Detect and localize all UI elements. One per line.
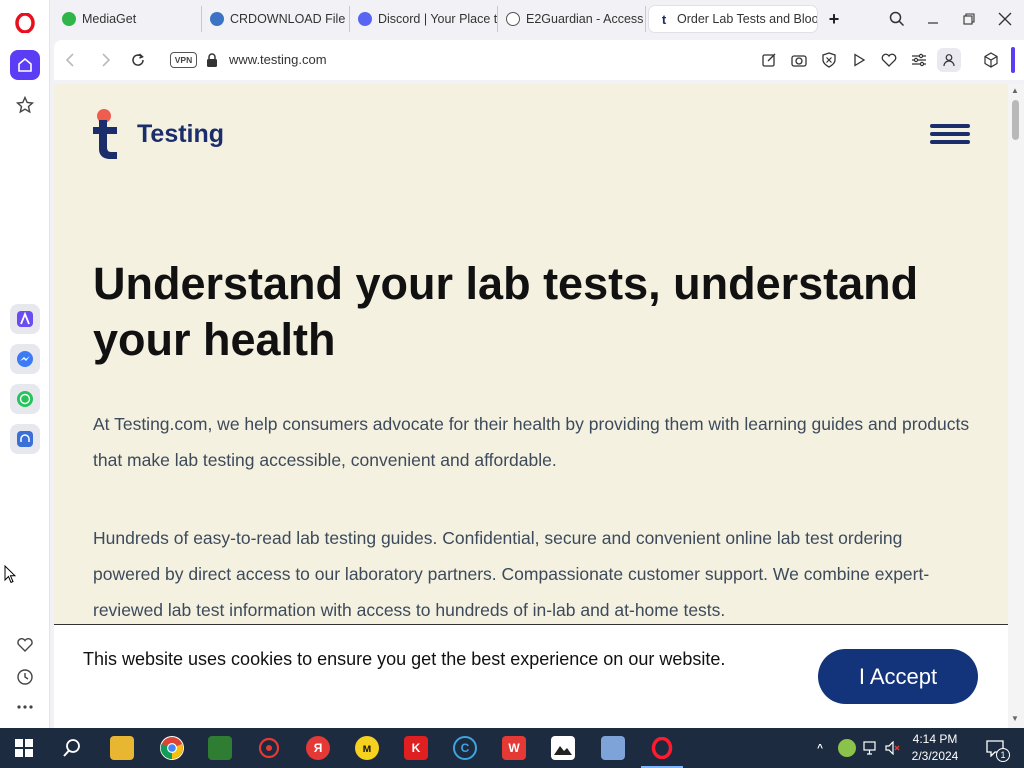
tab-crdownload[interactable]: CRDOWNLOAD File Ex bbox=[202, 6, 350, 32]
url-field[interactable]: www.testing.com bbox=[229, 52, 327, 67]
profile-icon[interactable] bbox=[937, 48, 961, 72]
tab-strip: MediaGet CRDOWNLOAD File Ex Discord | Yo… bbox=[50, 0, 1024, 38]
globe-favicon-icon bbox=[506, 12, 520, 26]
testing-logo-icon[interactable] bbox=[90, 108, 122, 160]
page-headline: Understand your lab tests, understand yo… bbox=[93, 258, 919, 365]
tab-title: CRDOWNLOAD File Ex bbox=[230, 12, 349, 26]
messenger-icon[interactable] bbox=[10, 344, 40, 374]
ccleaner-icon[interactable]: C bbox=[453, 736, 477, 760]
clock-date: 2/3/2024 bbox=[911, 749, 959, 763]
crdownload-favicon-icon bbox=[210, 12, 224, 26]
lock-icon[interactable] bbox=[202, 50, 222, 70]
volume-muted-icon[interactable] bbox=[884, 736, 902, 760]
intro-paragraph: At Testing.com, we help consumers advoca… bbox=[93, 414, 970, 470]
tab-title: E2Guardian - Access D bbox=[526, 12, 646, 26]
file-explorer-icon[interactable] bbox=[110, 736, 134, 760]
mediaget-favicon-icon bbox=[62, 12, 76, 26]
history-clock-icon[interactable] bbox=[10, 662, 40, 692]
tab-testing-active[interactable]: t Order Lab Tests and Blood bbox=[649, 6, 817, 32]
kaspersky-icon[interactable]: K bbox=[404, 736, 428, 760]
yandex-market-icon[interactable]: м bbox=[355, 736, 379, 760]
share-edit-icon[interactable] bbox=[759, 50, 779, 70]
back-arrow-icon[interactable] bbox=[60, 50, 80, 70]
forward-arrow-icon[interactable] bbox=[96, 50, 116, 70]
cookie-message: This website uses cookies to ensure you … bbox=[83, 649, 726, 669]
testing-favicon-icon: t bbox=[661, 11, 667, 27]
music-player-icon[interactable] bbox=[10, 424, 40, 454]
accept-cookies-button[interactable]: I Accept bbox=[818, 649, 978, 704]
antivirus-icon[interactable] bbox=[257, 736, 281, 760]
snapshot-camera-icon[interactable] bbox=[789, 50, 809, 70]
tab-title: MediaGet bbox=[82, 12, 137, 26]
ad-blocker-shield-icon[interactable] bbox=[819, 50, 839, 70]
notification-count-badge: 1 bbox=[996, 748, 1010, 762]
image-app-icon[interactable] bbox=[208, 736, 232, 760]
show-hidden-icons-chevron-icon[interactable]: ^ bbox=[812, 736, 828, 760]
taskbar-search-icon[interactable] bbox=[60, 736, 84, 760]
windows-taskbar: Я м K C W ^ 4:14 PM 2/3/2024 1 bbox=[0, 728, 1024, 768]
restore-window-icon[interactable] bbox=[958, 8, 980, 30]
scroll-up-arrow-icon[interactable]: ▲ bbox=[1011, 86, 1019, 95]
extensions-cube-icon[interactable] bbox=[981, 50, 1001, 70]
tab-title: Discord | Your Place to bbox=[378, 12, 498, 26]
photos-app-icon[interactable] bbox=[551, 736, 575, 760]
opera-menu-icon[interactable] bbox=[10, 8, 40, 38]
web-page: Testing Understand your lab tests, under… bbox=[54, 84, 1008, 728]
hamburger-menu-icon[interactable] bbox=[930, 124, 970, 144]
opera-sidebar bbox=[0, 0, 50, 728]
minimize-window-icon[interactable] bbox=[922, 8, 944, 30]
easy-setup-icon[interactable] bbox=[909, 50, 929, 70]
tab-mediaget[interactable]: MediaGet bbox=[54, 6, 202, 32]
yandex-browser-icon[interactable]: Я bbox=[306, 736, 330, 760]
clock-time: 4:14 PM bbox=[912, 732, 958, 746]
close-window-icon[interactable] bbox=[994, 8, 1016, 30]
home-icon[interactable] bbox=[10, 50, 40, 80]
features-paragraph: Hundreds of easy-to-read lab testing gui… bbox=[93, 528, 930, 620]
opera-taskbar-icon[interactable] bbox=[650, 736, 674, 760]
document-app-icon[interactable] bbox=[601, 736, 625, 760]
reload-icon[interactable] bbox=[128, 50, 148, 70]
windows-start-icon[interactable] bbox=[12, 736, 36, 760]
system-clock[interactable]: 4:14 PM 2/3/2024 bbox=[905, 731, 965, 765]
more-options-icon[interactable] bbox=[10, 692, 40, 722]
logo-wordmark[interactable]: Testing bbox=[137, 120, 224, 149]
search-tabs-icon[interactable] bbox=[886, 8, 908, 30]
tab-e2guardian[interactable]: E2Guardian - Access D bbox=[498, 6, 646, 32]
new-tab-button[interactable]: + bbox=[823, 8, 845, 30]
player-play-icon[interactable] bbox=[849, 50, 869, 70]
chrome-icon[interactable] bbox=[160, 736, 184, 760]
bookmarks-star-icon[interactable] bbox=[10, 90, 40, 120]
scroll-thumb[interactable] bbox=[1012, 100, 1019, 140]
add-favorite-heart-icon[interactable] bbox=[879, 50, 899, 70]
scroll-down-arrow-icon[interactable]: ▼ bbox=[1011, 714, 1019, 723]
tab-title: Order Lab Tests and Blood bbox=[677, 12, 817, 26]
network-icon[interactable] bbox=[862, 736, 880, 760]
tab-discord[interactable]: Discord | Your Place to bbox=[350, 6, 498, 32]
vpn-badge[interactable]: VPN bbox=[170, 52, 197, 68]
mouse-cursor-icon bbox=[4, 565, 16, 584]
tray-app-icon[interactable] bbox=[838, 739, 856, 757]
whatsapp-icon[interactable] bbox=[10, 384, 40, 414]
wps-office-icon[interactable]: W bbox=[502, 736, 526, 760]
discord-favicon-icon bbox=[358, 12, 372, 26]
cookie-banner: This website uses cookies to ensure you … bbox=[54, 624, 1008, 728]
sidebar-toggle-bar[interactable] bbox=[1011, 47, 1015, 73]
aria-ai-icon[interactable] bbox=[10, 304, 40, 334]
address-toolbar: VPN www.testing.com bbox=[54, 40, 1024, 80]
favorites-heart-icon[interactable] bbox=[10, 630, 40, 660]
page-scrollbar[interactable]: ▲ ▼ bbox=[1008, 84, 1024, 728]
